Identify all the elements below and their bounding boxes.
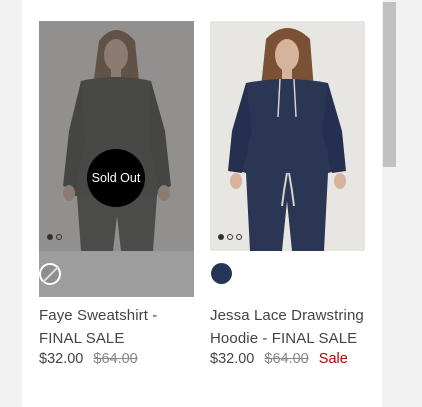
product-card-jessa-hoodie[interactable]: Jessa Lace Drawstring Hoodie - FINAL SAL… [210, 21, 365, 367]
price-row: $32.00 $64.00 Sale [210, 351, 365, 367]
price-row: $32.00 $64.00 [39, 351, 194, 367]
product-price: $32.00 [39, 351, 84, 367]
image-carousel-dots [218, 234, 242, 240]
sale-label: Sale [318, 351, 348, 367]
product-title[interactable]: Jessa Lace Drawstring Hoodie - FINAL SAL… [210, 305, 365, 350]
carousel-dot-2[interactable] [56, 234, 62, 240]
product-image[interactable]: Sold Out [39, 21, 194, 251]
carousel-dot-1[interactable] [47, 234, 53, 240]
product-price: $32.00 [210, 351, 255, 367]
carousel-dot-1[interactable] [218, 234, 224, 240]
sold-out-overlay [39, 21, 194, 251]
sold-out-badge: Sold Out [87, 149, 145, 207]
color-swatch-row [210, 251, 365, 297]
color-swatch[interactable] [39, 263, 61, 285]
color-swatch-row [39, 251, 194, 297]
compare-at-price: $64.00 [93, 351, 138, 367]
product-image[interactable] [210, 21, 365, 251]
compare-at-price: $64.00 [264, 351, 309, 367]
product-card-faye-sweatshirt[interactable]: Sold Out Faye Sweatshirt - FINAL SALE $3… [39, 21, 194, 367]
carousel-dot-3[interactable] [236, 234, 242, 240]
color-swatch[interactable] [211, 263, 232, 284]
carousel-dot-2[interactable] [227, 234, 233, 240]
product-photo [210, 21, 365, 251]
product-title[interactable]: Faye Sweatshirt - FINAL SALE [39, 305, 194, 350]
image-carousel-dots [47, 234, 62, 240]
scrollbar-thumb[interactable] [383, 2, 396, 167]
